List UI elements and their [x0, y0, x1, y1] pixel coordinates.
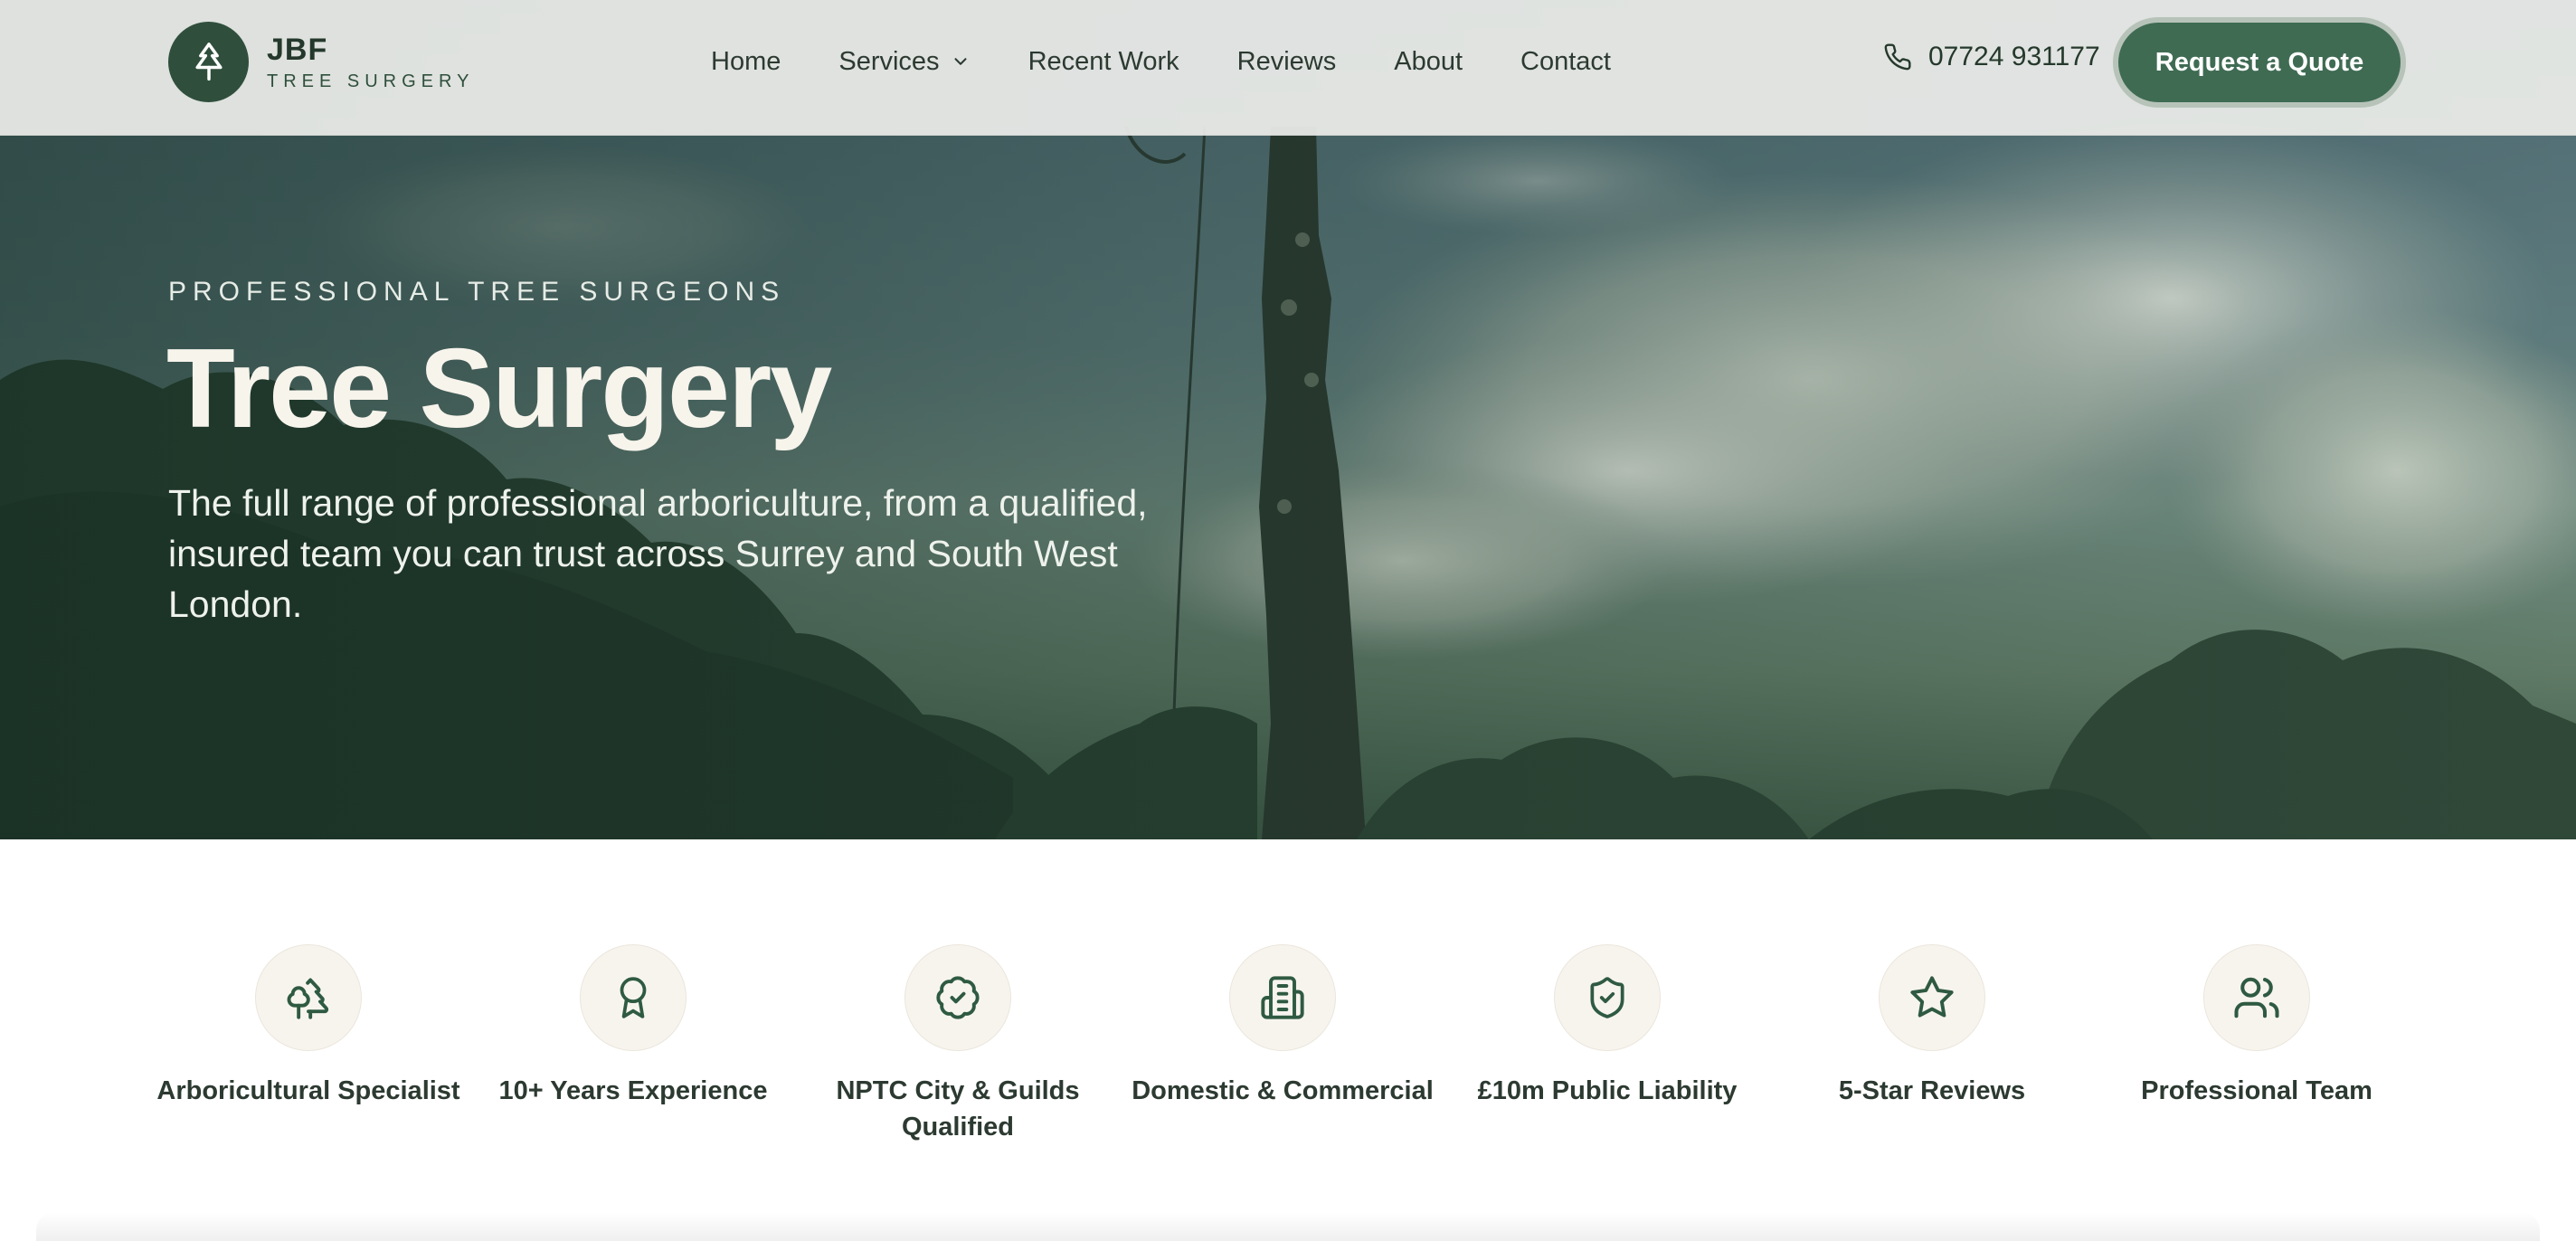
- chevron-down-icon: [954, 58, 967, 65]
- feature-label: £10m Public Liability: [1477, 1076, 1738, 1105]
- nav-contact-label: Contact: [1520, 46, 1611, 76]
- nav-services[interactable]: Services: [838, 47, 970, 77]
- brand-name: JBF: [267, 33, 328, 67]
- nav-reviews[interactable]: Reviews: [1237, 47, 1337, 77]
- feature-label: 5-Star Reviews: [1838, 1076, 2026, 1105]
- feature-item: £10m Public Liability: [1444, 944, 1770, 1109]
- feature-icon-circle: [1229, 944, 1336, 1051]
- nav-services-label: Services: [838, 46, 940, 76]
- request-quote-button[interactable]: Request a Quote: [2118, 23, 2401, 102]
- shield-check-icon: [1590, 977, 1624, 1018]
- nav-about-label: About: [1394, 46, 1463, 76]
- award-icon: [620, 977, 647, 1018]
- hero-description: The full range of professional arboricul…: [168, 482, 1148, 625]
- feature-item: Professional Team: [2094, 944, 2420, 1109]
- next-section-edge: [36, 1212, 2540, 1241]
- feature-item: 10+ Years Experience: [470, 944, 796, 1109]
- phone-link[interactable]: 07724 931177: [1883, 42, 2100, 72]
- site-header: JBF TREE SURGERY Home Services Recent Wo…: [0, 0, 2576, 136]
- quote-button-ring: Request a Quote: [2113, 17, 2406, 108]
- nav-contact[interactable]: Contact: [1520, 47, 1611, 77]
- trees-icon: [287, 978, 329, 1019]
- nav-home-label: Home: [711, 46, 781, 76]
- nav-recent-work[interactable]: Recent Work: [1028, 47, 1179, 77]
- feature-icon-circle: [1554, 944, 1661, 1051]
- hero-title: Tree Surgery: [166, 327, 832, 451]
- feature-icon-circle: [2203, 944, 2310, 1051]
- phone-number: 07724 931177: [1928, 42, 2100, 71]
- features-strip: Arboricultural Specialist 10+ Years Expe…: [0, 944, 2576, 1170]
- tree-logo-icon: [168, 22, 249, 102]
- feature-label: Domestic & Commercial: [1132, 1076, 1434, 1105]
- feature-label: Arboricultural Specialist: [156, 1076, 460, 1105]
- building-icon: [1261, 976, 1304, 1019]
- nav-reviews-label: Reviews: [1236, 46, 1337, 76]
- feature-label: NPTC City & Guilds Qualified: [836, 1076, 1080, 1142]
- feature-label: Professional Team: [2141, 1076, 2372, 1105]
- nav-recent-work-label: Recent Work: [1028, 46, 1179, 76]
- users-icon: [2234, 977, 2279, 1018]
- feature-item: Arboricultural Specialist: [146, 944, 471, 1109]
- feature-icon-circle: [904, 944, 1011, 1051]
- feature-icon-circle: [255, 944, 362, 1051]
- nav-about[interactable]: About: [1394, 47, 1463, 77]
- star-icon: [1910, 976, 1954, 1018]
- nav-home[interactable]: Home: [711, 47, 781, 77]
- feature-item: Domestic & Commercial: [1120, 944, 1445, 1109]
- phone-icon: [1884, 43, 1911, 71]
- badge-check-icon: [936, 976, 980, 1019]
- feature-icon-circle: [1879, 944, 1985, 1051]
- feature-label: 10+ Years Experience: [498, 1076, 768, 1105]
- brand-subtitle: TREE SURGERY: [267, 71, 475, 91]
- feature-icon-circle: [580, 944, 687, 1051]
- feature-item: 5-Star Reviews: [1769, 944, 2095, 1109]
- main-nav: Home Services Recent Work Reviews About …: [711, 0, 1611, 123]
- feature-item: NPTC City & Guilds Qualified: [795, 944, 1121, 1145]
- hero-eyebrow: PROFESSIONAL TREE SURGEONS: [168, 277, 786, 307]
- brand-logo[interactable]: JBF TREE SURGERY: [168, 22, 474, 102]
